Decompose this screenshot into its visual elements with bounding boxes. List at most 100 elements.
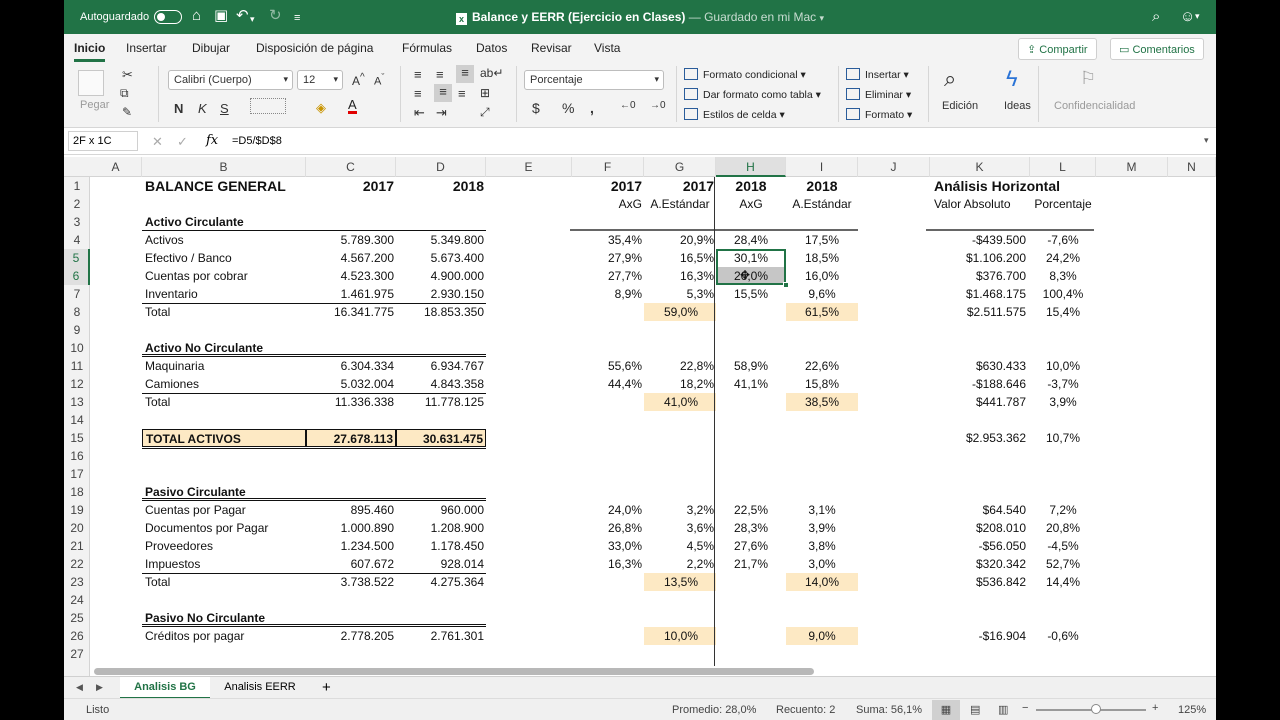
value-2018[interactable]: 1.178.450 bbox=[396, 537, 486, 555]
row-label[interactable]: Activos bbox=[142, 231, 306, 249]
italic-button[interactable]: K bbox=[198, 101, 207, 116]
horizontal-absolute[interactable]: $2.953.362 bbox=[930, 429, 1030, 447]
sheet-tab-analisis-eerr[interactable]: Analisis EERR bbox=[214, 677, 306, 699]
vertical-2018-standard[interactable]: 18,5% bbox=[786, 249, 858, 267]
row-label[interactable]: Maquinaria bbox=[142, 357, 306, 375]
value-2017[interactable]: 3.738.522 bbox=[306, 573, 396, 591]
confidentiality-label[interactable]: Confidencialidad bbox=[1054, 100, 1135, 112]
vertical-2017-standard[interactable]: 10,0% bbox=[644, 627, 716, 645]
value-2018[interactable]: 6.934.767 bbox=[396, 357, 486, 375]
header-i-standard[interactable]: A.Estándar bbox=[786, 195, 858, 213]
title-chevron-icon[interactable]: ▾ bbox=[819, 13, 824, 23]
expand-formula-icon[interactable]: ▾ bbox=[1204, 135, 1209, 146]
row-label[interactable]: Proveedores bbox=[142, 537, 306, 555]
vertical-2018-standard[interactable]: 3,1% bbox=[786, 501, 858, 519]
copy-icon[interactable]: ⧉ bbox=[120, 86, 129, 101]
increase-decimal-icon[interactable]: ←0 bbox=[620, 100, 636, 111]
vertical-2017-standard[interactable]: 22,8% bbox=[644, 357, 716, 375]
share-button[interactable]: ⇪ Compartir bbox=[1018, 38, 1097, 60]
tab-inicio[interactable]: Inicio bbox=[74, 41, 106, 62]
value-2017[interactable]: 1.000.890 bbox=[306, 519, 396, 537]
horizontal-analysis-title[interactable]: Análisis Horizontal bbox=[930, 177, 1130, 195]
row-label[interactable]: Efectivo / Banco bbox=[142, 249, 306, 267]
vertical-2017-standard[interactable]: 16,5% bbox=[644, 249, 716, 267]
worksheet-grid[interactable]: ABCDEFGHIJKLMN 1 2 3 4 5 6 7 8 9 10 11 12 13 14 15 16 17… bbox=[64, 157, 1216, 677]
value-2017[interactable]: 1.461.975 bbox=[306, 285, 396, 303]
value-2018[interactable]: 928.014 bbox=[396, 555, 486, 573]
zoom-out-icon[interactable]: − bbox=[1022, 702, 1028, 714]
vertical-2018-standard[interactable]: 17,5% bbox=[786, 231, 858, 249]
horizontal-scrollbar[interactable] bbox=[90, 666, 1216, 676]
vertical-2017-axg[interactable]: 44,4% bbox=[572, 375, 644, 393]
conditional-format-button[interactable]: Formato condicional ▾ bbox=[684, 68, 806, 81]
underline-button[interactable]: S bbox=[220, 101, 229, 116]
vertical-2018-axg[interactable]: 28,4% bbox=[716, 231, 786, 249]
vertical-2017-axg[interactable]: 27,9% bbox=[572, 249, 644, 267]
header-h-2018[interactable]: 2018 bbox=[716, 177, 786, 195]
vertical-2017-axg[interactable]: 33,0% bbox=[572, 537, 644, 555]
vertical-2018-axg[interactable]: 15,5% bbox=[716, 285, 786, 303]
value-2018[interactable]: 5.349.800 bbox=[396, 231, 486, 249]
row-label[interactable]: Cuentas por Pagar bbox=[142, 501, 306, 519]
vertical-2017-standard[interactable]: 18,2% bbox=[644, 375, 716, 393]
value-2018[interactable]: 960.000 bbox=[396, 501, 486, 519]
value-2018[interactable]: 30.631.475 bbox=[396, 429, 486, 447]
delete-cells-button[interactable]: Eliminar ▾ bbox=[846, 88, 911, 101]
tab-vista[interactable]: Vista bbox=[594, 41, 620, 55]
value-2018[interactable]: 4.843.358 bbox=[396, 375, 486, 393]
vertical-2018-axg[interactable]: 21,7% bbox=[716, 555, 786, 573]
horizontal-absolute[interactable]: -$56.050 bbox=[930, 537, 1030, 555]
value-2017[interactable]: 4.523.300 bbox=[306, 267, 396, 285]
value-2017[interactable]: 1.234.500 bbox=[306, 537, 396, 555]
vertical-2017-axg[interactable]: 26,8% bbox=[572, 519, 644, 537]
cut-icon[interactable]: ✂ bbox=[122, 67, 133, 83]
vertical-2018-standard[interactable]: 9,6% bbox=[786, 285, 858, 303]
vertical-2018-standard[interactable]: 9,0% bbox=[786, 627, 858, 645]
bold-button[interactable]: N bbox=[174, 101, 183, 116]
tab-dibujar[interactable]: Dibujar bbox=[192, 41, 230, 55]
horizontal-percentage[interactable]: 7,2% bbox=[1030, 501, 1096, 519]
vertical-2018-standard[interactable]: 14,0% bbox=[786, 573, 858, 591]
value-2018[interactable]: 4.275.364 bbox=[396, 573, 486, 591]
tab-insertar[interactable]: Insertar bbox=[126, 41, 167, 55]
vertical-2017-axg[interactable]: 8,9% bbox=[572, 285, 644, 303]
comma-style-icon[interactable]: , bbox=[590, 100, 594, 116]
vertical-2018-standard[interactable]: 3,9% bbox=[786, 519, 858, 537]
vertical-2018-standard[interactable]: 22,6% bbox=[786, 357, 858, 375]
horizontal-percentage[interactable]: 20,8% bbox=[1030, 519, 1096, 537]
fill-handle[interactable] bbox=[783, 282, 789, 288]
header-absolute-value[interactable]: Valor Absoluto bbox=[930, 195, 1030, 213]
add-sheet-icon[interactable]: + bbox=[322, 679, 331, 696]
zoom-level[interactable]: 125% bbox=[1178, 704, 1206, 716]
vertical-2018-axg[interactable]: 41,1% bbox=[716, 375, 786, 393]
vertical-2017-axg[interactable]: 16,3% bbox=[572, 555, 644, 573]
row-label[interactable]: Impuestos bbox=[142, 555, 306, 573]
horizontal-absolute[interactable]: $630.433 bbox=[930, 357, 1030, 375]
value-2018[interactable]: 11.778.125 bbox=[396, 393, 486, 411]
horizontal-absolute[interactable]: $1.106.200 bbox=[930, 249, 1030, 267]
fill-color-icon[interactable]: ◈ bbox=[316, 100, 326, 116]
value-2018[interactable]: 4.900.000 bbox=[396, 267, 486, 285]
horizontal-absolute[interactable]: $1.468.175 bbox=[930, 285, 1030, 303]
tab-datos[interactable]: Datos bbox=[476, 41, 507, 55]
vertical-2017-standard[interactable]: 5,3% bbox=[644, 285, 716, 303]
value-2018[interactable]: 5.673.400 bbox=[396, 249, 486, 267]
horizontal-absolute[interactable]: -$439.500 bbox=[930, 231, 1030, 249]
horizontal-percentage[interactable]: -0,6% bbox=[1030, 627, 1096, 645]
horizontal-percentage[interactable]: 14,4% bbox=[1030, 573, 1096, 591]
row-label[interactable]: Cuentas por cobrar bbox=[142, 267, 306, 285]
sheet-tab-analisis-bg[interactable]: Analisis BG bbox=[120, 677, 210, 699]
account-icon[interactable]: ☺ bbox=[1180, 8, 1195, 25]
vertical-2017-axg[interactable]: 55,6% bbox=[572, 357, 644, 375]
vertical-2017-standard[interactable]: 3,2% bbox=[644, 501, 716, 519]
normal-view-icon[interactable]: ▦ bbox=[932, 700, 960, 720]
horizontal-absolute[interactable]: $320.342 bbox=[930, 555, 1030, 573]
insert-cells-button[interactable]: Insertar ▾ bbox=[846, 68, 909, 81]
comments-button[interactable]: ▭ Comentarios bbox=[1110, 38, 1204, 60]
value-2017[interactable]: 607.672 bbox=[306, 555, 396, 573]
align-middle-icon[interactable]: ≡ bbox=[436, 67, 444, 82]
ideas-icon[interactable]: ϟ bbox=[1006, 66, 1018, 92]
horizontal-absolute[interactable]: -$16.904 bbox=[930, 627, 1030, 645]
vertical-2018-standard[interactable]: 38,5% bbox=[786, 393, 858, 411]
vertical-2018-standard[interactable]: 61,5% bbox=[786, 303, 858, 321]
